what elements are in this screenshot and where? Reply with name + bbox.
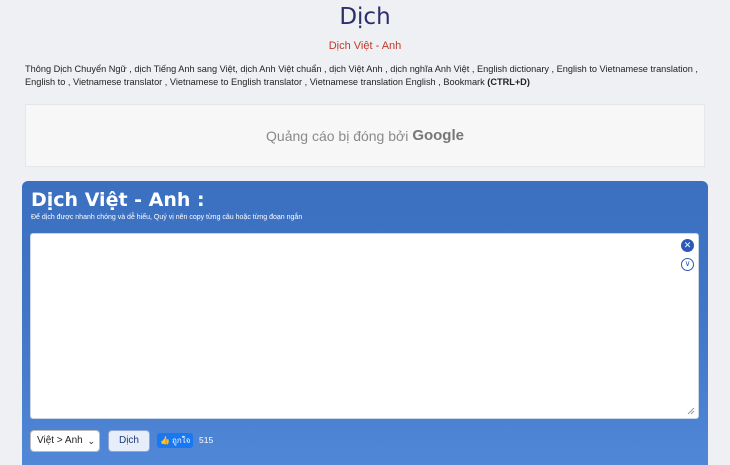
- keyword-link[interactable]: English to: [25, 77, 65, 87]
- ad-placeholder: Quảng cáo bị đóng bởi Google: [25, 104, 705, 167]
- keyword-link[interactable]: dịch Tiếng Anh sang Việt: [134, 64, 235, 74]
- keyword-link[interactable]: dịch Anh Việt chuẩn: [240, 64, 321, 74]
- keyword-link[interactable]: Vietnamese translation English: [310, 77, 436, 87]
- like-label: ถูกใจ: [171, 436, 191, 445]
- keyword-link[interactable]: Vietnamese translator: [73, 77, 162, 87]
- translate-panel: Dịch Việt - Anh : Để dịch được nhanh chó…: [22, 181, 708, 465]
- chevron-down-icon: ⌄: [87, 436, 95, 446]
- page-title: Dịch: [339, 4, 391, 30]
- ad-brand: Google: [412, 127, 464, 144]
- keyword-link[interactable]: English dictionary: [477, 64, 549, 74]
- bookmark-link[interactable]: Bookmark: [443, 77, 484, 87]
- facebook-like-button[interactable]: 👍 ถูกใจ: [157, 433, 194, 448]
- thumbs-up-icon: 👍: [160, 436, 170, 445]
- source-text-container: ✕ ∨: [30, 233, 699, 419]
- chevron-down-icon[interactable]: ∨: [681, 258, 694, 271]
- keyword-link[interactable]: dịch nghĩa Anh Việt: [390, 64, 469, 74]
- language-select-value: Việt > Anh: [37, 435, 83, 446]
- close-icon[interactable]: ✕: [681, 239, 694, 252]
- bookmark-shortcut: (CTRL+D): [487, 76, 530, 87]
- like-count: 515: [199, 435, 214, 445]
- translate-button[interactable]: Dịch: [108, 430, 150, 452]
- panel-hint: Để dịch được nhanh chóng và dễ hiểu, Quý…: [31, 214, 303, 221]
- keyword-link[interactable]: English to Vietnamese translation: [557, 64, 693, 74]
- keyword-link[interactable]: dịch Việt Anh: [329, 64, 382, 74]
- language-select[interactable]: Việt > Anh ⌄: [30, 430, 100, 452]
- keyword-link[interactable]: Vietnamese to English translator: [170, 77, 302, 87]
- page-subtitle: Dịch Việt - Anh: [328, 40, 402, 52]
- keyword-link[interactable]: Thông Dịch Chuyển Ngữ: [25, 64, 127, 74]
- keyword-list: Thông Dịch Chuyển Ngữ , dịch Tiếng Anh s…: [25, 64, 698, 87]
- ad-text: Quảng cáo bị đóng bởi: [266, 127, 409, 144]
- panel-title: Dịch Việt - Anh :: [31, 189, 205, 211]
- source-text-input[interactable]: [31, 234, 698, 418]
- resize-handle-icon[interactable]: [687, 407, 695, 415]
